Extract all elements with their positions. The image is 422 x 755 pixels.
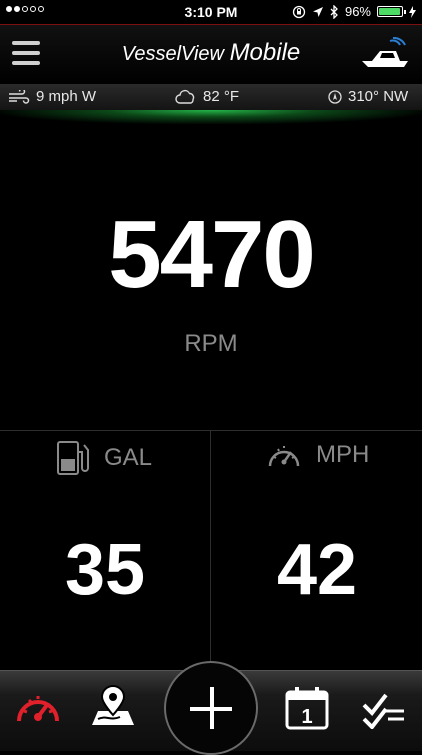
compass-icon [328, 89, 342, 104]
rpm-value: 5470 [108, 201, 316, 308]
cloudy-icon [175, 89, 195, 104]
calendar-day: 1 [301, 706, 312, 728]
divider-vertical [210, 431, 211, 669]
app-title: VesselView Mobile [0, 39, 422, 67]
map-pin-icon [92, 685, 134, 725]
bluetooth-icon [330, 4, 338, 19]
speed-label: MPH [316, 441, 370, 468]
speed-header: MPH [266, 440, 369, 470]
app-title-emph: Mobile [229, 39, 301, 66]
add-button[interactable] [164, 661, 258, 755]
divider-horizontal [0, 430, 422, 431]
wind-value: 9 mph W [36, 88, 97, 105]
gauge-icon [17, 696, 59, 722]
tab-gauges[interactable] [14, 685, 62, 732]
orientation-lock-icon [292, 5, 306, 18]
fuel-value: 35 [64, 530, 146, 610]
app-header: VesselView Mobile [0, 24, 422, 83]
tab-map[interactable] [90, 685, 136, 734]
checklist-icon [362, 693, 404, 731]
fuel-header: GAL [56, 440, 152, 476]
conditions-bar: 9 mph W 82 °F 310° NW [0, 84, 422, 110]
rpm-label: RPM [184, 330, 238, 357]
fuel-pump-icon [57, 441, 89, 475]
battery-icon [377, 6, 406, 17]
status-glow [0, 110, 422, 124]
status-bar: 3:10 PM 96% [0, 0, 422, 24]
bottom-tab-bar: 1 [0, 661, 422, 755]
battery-percent: 96% [344, 4, 371, 19]
wind-icon [9, 89, 30, 104]
app-title-plain: VesselView [121, 43, 224, 65]
boat-icon[interactable] [360, 37, 412, 71]
tab-checklist[interactable] [360, 685, 406, 734]
heading-value: 310° NW [348, 88, 409, 105]
location-arrow-icon [312, 6, 323, 17]
charging-bolt-icon [409, 5, 416, 18]
fuel-label: GAL [104, 444, 153, 471]
calendar-icon: 1 [285, 687, 329, 730]
speed-value: 42 [276, 530, 358, 610]
temperature-value: 82 °F [203, 88, 240, 105]
speedometer-icon [268, 446, 300, 467]
tab-calendar[interactable]: 1 [284, 685, 330, 736]
